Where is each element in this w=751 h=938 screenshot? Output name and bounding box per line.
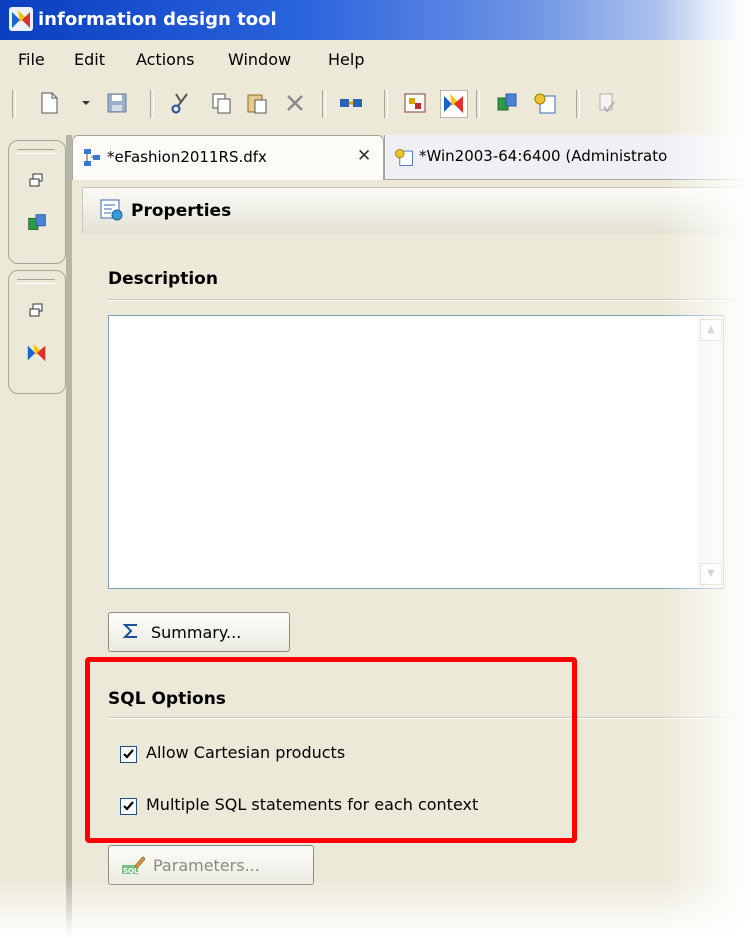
toolbar-separator bbox=[150, 90, 154, 118]
title-bar: information design tool bbox=[0, 0, 751, 40]
project-icon[interactable] bbox=[532, 90, 558, 116]
paste-icon[interactable] bbox=[244, 90, 270, 116]
connection-icon[interactable] bbox=[25, 211, 49, 239]
editor-tabs: *eFashion2011RS.dfx ✕ *Win2003-64:6400 (… bbox=[72, 135, 751, 180]
description-scrollbar[interactable]: ▲ ▼ bbox=[697, 316, 723, 588]
toolbar-separator bbox=[576, 90, 580, 118]
restore-icon[interactable] bbox=[27, 171, 45, 193]
menu-edit[interactable]: Edit bbox=[74, 50, 105, 69]
dropdown-arrow-icon[interactable] bbox=[80, 90, 92, 116]
menu-actions[interactable]: Actions bbox=[136, 50, 194, 69]
menu-help[interactable]: Help bbox=[328, 50, 364, 69]
cut-icon[interactable] bbox=[168, 90, 194, 116]
save-icon[interactable] bbox=[104, 90, 130, 116]
toolbar-separator bbox=[384, 90, 388, 118]
toolbar-separator bbox=[12, 90, 16, 118]
properties-header: Properties bbox=[82, 187, 751, 234]
view-stack-grip[interactable] bbox=[17, 149, 55, 154]
toolbar bbox=[0, 78, 751, 130]
session-icon bbox=[393, 146, 415, 172]
business-layer-icon[interactable] bbox=[402, 90, 428, 116]
tab-label: *Win2003-64:6400 (Administrato bbox=[419, 147, 668, 165]
properties-title: Properties bbox=[131, 201, 232, 221]
scroll-up-icon[interactable]: ▲ bbox=[700, 319, 722, 341]
summary-label: Summary... bbox=[151, 623, 242, 642]
new-icon[interactable] bbox=[36, 90, 62, 116]
information-design-tool-icon bbox=[8, 6, 34, 37]
data-foundation-file-icon bbox=[81, 147, 103, 173]
divider bbox=[108, 299, 751, 301]
highlight-box bbox=[85, 657, 577, 843]
delete-icon[interactable] bbox=[282, 90, 308, 116]
minimized-view-stack-1 bbox=[8, 140, 66, 264]
tab-efashion-dfx[interactable]: *eFashion2011RS.dfx ✕ bbox=[72, 135, 384, 180]
parameters-label: Parameters... bbox=[153, 856, 260, 875]
summary-button[interactable]: Summary... bbox=[108, 612, 290, 652]
close-icon[interactable]: ✕ bbox=[357, 146, 371, 166]
minimized-view-stack-2 bbox=[8, 270, 66, 394]
description-textarea[interactable]: ▲ ▼ bbox=[108, 315, 724, 589]
restore-icon[interactable] bbox=[27, 301, 45, 323]
sql-parameters-icon: SQL bbox=[121, 854, 146, 880]
tab-label: *eFashion2011RS.dfx bbox=[107, 148, 267, 166]
toolbar-separator bbox=[322, 90, 326, 118]
menu-file[interactable]: File bbox=[18, 50, 45, 69]
menu-window[interactable]: Window bbox=[228, 50, 291, 69]
publish-icon[interactable] bbox=[338, 90, 364, 116]
tab-session[interactable]: *Win2003-64:6400 (Administrato bbox=[384, 135, 751, 179]
data-foundation-icon[interactable] bbox=[440, 90, 468, 118]
sigma-icon bbox=[121, 621, 141, 645]
connection-icon[interactable] bbox=[494, 90, 520, 116]
parameters-button[interactable]: SQL Parameters... bbox=[108, 845, 314, 885]
description-heading: Description bbox=[108, 269, 218, 289]
check-integrity-icon[interactable] bbox=[594, 90, 620, 116]
information-design-tool-icon[interactable] bbox=[25, 341, 49, 369]
properties-icon bbox=[99, 198, 125, 226]
app-window: information design tool File Edit Action… bbox=[0, 0, 751, 938]
window-title: information design tool bbox=[38, 9, 277, 30]
menu-bar: File Edit Actions Window Help bbox=[0, 40, 751, 78]
copy-icon[interactable] bbox=[208, 90, 234, 116]
toolbar-separator bbox=[476, 90, 480, 118]
view-stack-grip[interactable] bbox=[17, 279, 55, 284]
scroll-down-icon[interactable]: ▼ bbox=[700, 563, 722, 585]
